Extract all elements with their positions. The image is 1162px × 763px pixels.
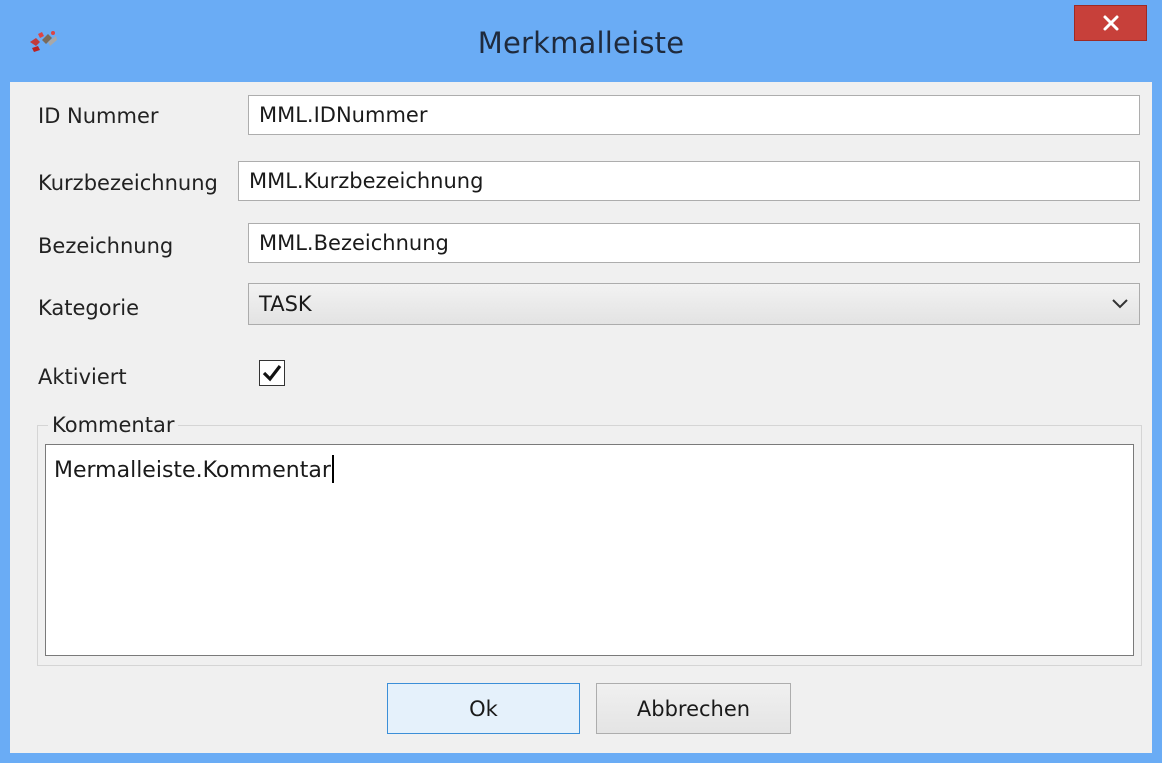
- cancel-button[interactable]: Abbrechen: [596, 683, 791, 734]
- short-name-label: Kurzbezeichnung: [38, 171, 218, 195]
- category-select[interactable]: TASK: [248, 283, 1140, 325]
- close-icon: [1103, 15, 1118, 31]
- dialog-window: Merkmalleiste ID Nummer MML.IDNummer Kur…: [0, 0, 1162, 763]
- category-selected-value: TASK: [259, 292, 312, 316]
- text-cursor: [331, 455, 334, 483]
- comment-textarea[interactable]: Mermalleiste.Kommentar: [45, 444, 1134, 656]
- close-button[interactable]: [1074, 5, 1147, 41]
- short-name-input[interactable]: MML.Kurzbezeichnung: [238, 161, 1140, 201]
- id-number-label: ID Nummer: [38, 104, 159, 128]
- comment-text: Mermalleiste.Kommentar: [54, 458, 331, 483]
- active-checkbox[interactable]: [259, 360, 285, 386]
- chevron-down-icon: [1109, 284, 1131, 324]
- checkmark-icon: [262, 365, 282, 382]
- id-number-input[interactable]: MML.IDNummer: [248, 95, 1140, 135]
- name-label: Bezeichnung: [38, 234, 174, 258]
- category-label: Kategorie: [38, 296, 139, 320]
- dialog-content: ID Nummer MML.IDNummer Kurzbezeichnung M…: [10, 82, 1152, 753]
- comment-legend: Kommentar: [48, 413, 179, 437]
- window-title: Merkmalleiste: [477, 26, 685, 60]
- title-bar[interactable]: Merkmalleiste: [0, 0, 1162, 82]
- name-input[interactable]: MML.Bezeichnung: [248, 223, 1140, 263]
- active-label: Aktiviert: [38, 365, 127, 389]
- ok-button[interactable]: Ok: [387, 683, 580, 734]
